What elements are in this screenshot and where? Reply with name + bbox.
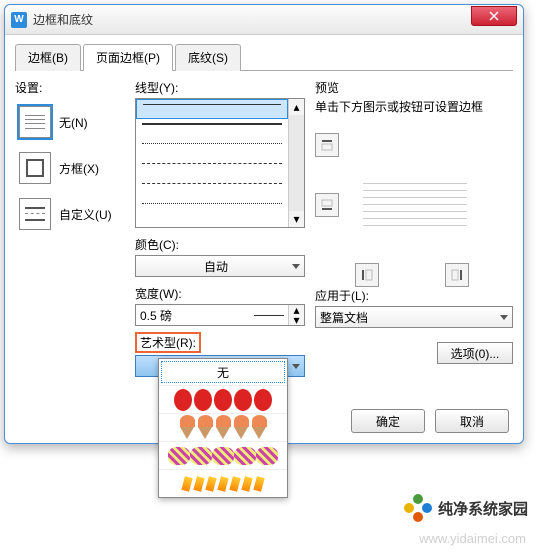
width-spinner[interactable]: 0.5 磅 ▴ ▾: [135, 304, 305, 326]
setting-box-label: 方框(X): [59, 160, 99, 177]
border-top-icon: [320, 138, 334, 152]
scroll-up-button[interactable]: ▴: [289, 99, 304, 115]
setting-none-icon: [19, 106, 51, 138]
preview-top-border-button[interactable]: [315, 133, 339, 157]
setting-box-icon: [19, 152, 51, 184]
brand-text: 纯净系统家园: [438, 498, 528, 519]
art-label: 艺术型(R):: [135, 332, 201, 353]
width-label: 宽度(W):: [135, 285, 305, 302]
close-button[interactable]: [471, 6, 517, 26]
width-preview-line: [254, 315, 284, 316]
width-value: 0.5 磅: [136, 307, 254, 324]
tab-strip: 边框(B) 页面边框(P) 底纹(S): [15, 43, 513, 71]
border-bottom-icon: [320, 198, 334, 212]
chevron-down-icon: [292, 264, 300, 269]
ok-button[interactable]: 确定: [351, 409, 425, 433]
color-label: 颜色(C):: [135, 236, 305, 253]
chevron-down-icon: [292, 364, 300, 369]
setting-none-label: 无(N): [59, 114, 88, 131]
setting-custom-icon: [19, 198, 51, 230]
line-style-label: 线型(Y):: [135, 79, 305, 96]
scroll-down-button[interactable]: ▾: [289, 211, 304, 227]
brand-logo-icon: [404, 494, 432, 522]
settings-column: 设置: 无(N) 方框(X) 自定义(U): [15, 79, 125, 399]
preview-page[interactable]: [355, 137, 475, 237]
preview-label: 预览: [315, 79, 513, 96]
watermark: www.yidaimei.com: [419, 531, 526, 546]
art-dropdown-option-apples[interactable]: [159, 385, 287, 413]
tab-shading[interactable]: 底纹(S): [175, 44, 241, 71]
preview-bottom-border-button[interactable]: [315, 193, 339, 217]
dialog-title: 边框和底纹: [33, 11, 471, 28]
preview-area: [315, 127, 513, 287]
preview-hint: 单击下方图示或按钮可设置边框: [315, 98, 513, 115]
apply-to-label: 应用于(L):: [315, 287, 513, 304]
setting-none[interactable]: 无(N): [15, 102, 125, 142]
art-dropdown-option-swirl[interactable]: [159, 441, 287, 469]
settings-label: 设置:: [15, 79, 125, 96]
line-style-option[interactable]: [136, 139, 288, 159]
line-style-option[interactable]: [136, 119, 288, 139]
cancel-button[interactable]: 取消: [435, 409, 509, 433]
line-style-option[interactable]: [136, 159, 288, 179]
preview-right-border-button[interactable]: [445, 263, 469, 287]
tab-border[interactable]: 边框(B): [15, 44, 81, 71]
app-icon: W: [11, 12, 27, 28]
line-style-list[interactable]: ▴ ▾: [135, 98, 305, 228]
style-column: 线型(Y): ▴ ▾ 颜色(: [135, 79, 305, 399]
chevron-down-icon: [500, 315, 508, 320]
setting-box[interactable]: 方框(X): [15, 148, 125, 188]
titlebar[interactable]: W 边框和底纹: [5, 5, 523, 35]
line-style-option[interactable]: [136, 99, 288, 119]
apply-to-combo[interactable]: 整篇文档: [315, 306, 513, 328]
art-dropdown-none[interactable]: 无: [161, 361, 285, 383]
spin-down-button[interactable]: ▾: [289, 315, 304, 325]
art-dropdown-option-icecream[interactable]: [159, 413, 287, 441]
setting-custom-label: 自定义(U): [59, 206, 112, 223]
brand-badge: 纯净系统家园: [404, 494, 528, 522]
apply-to-value: 整篇文档: [320, 309, 500, 326]
tab-page-border[interactable]: 页面边框(P): [83, 44, 173, 71]
options-button[interactable]: 选项(0)...: [437, 342, 513, 364]
color-value: 自动: [140, 258, 292, 275]
line-style-option[interactable]: [136, 179, 288, 199]
border-left-icon: [360, 268, 374, 282]
art-dropdown-option-candy[interactable]: [159, 469, 287, 497]
setting-custom[interactable]: 自定义(U): [15, 194, 125, 234]
art-dropdown[interactable]: 无: [158, 358, 288, 498]
preview-column: 预览 单击下方图示或按钮可设置边框 应用于(L): 整篇文档: [315, 79, 513, 399]
color-combo[interactable]: 自动: [135, 255, 305, 277]
close-icon: [489, 11, 499, 21]
line-style-option[interactable]: [136, 199, 288, 219]
border-right-icon: [450, 268, 464, 282]
preview-left-border-button[interactable]: [355, 263, 379, 287]
line-scrollbar[interactable]: ▴ ▾: [288, 99, 304, 227]
